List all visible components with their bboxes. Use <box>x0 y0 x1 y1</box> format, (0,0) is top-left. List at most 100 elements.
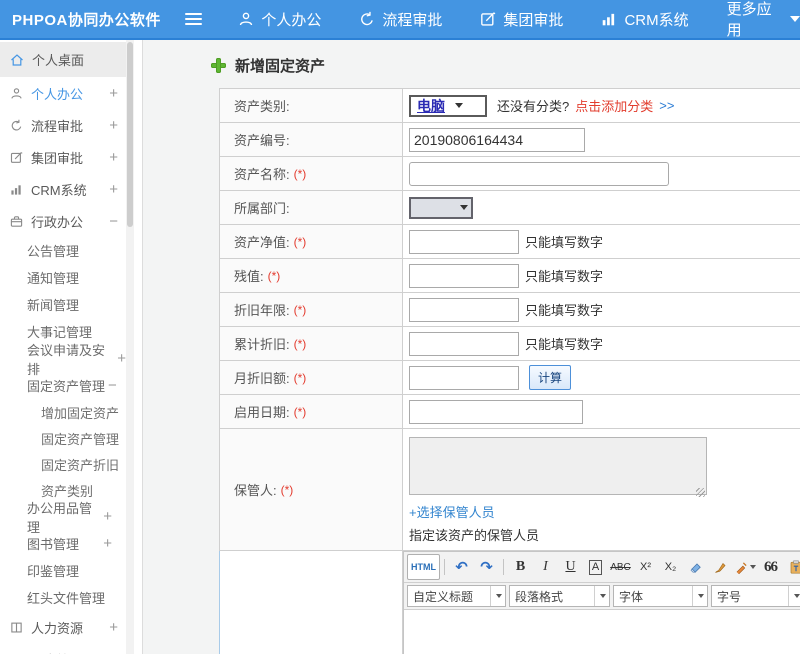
sidebar-item[interactable]: 办公用品管理+ <box>0 503 126 530</box>
sidebar-item[interactable]: 通知管理 <box>0 264 126 291</box>
sidebar-item-label: 固定资产管理 <box>27 376 105 395</box>
depreciation-years-input[interactable] <box>409 298 519 322</box>
monthly-depreciation-input[interactable] <box>409 366 519 390</box>
asset-name-input[interactable] <box>409 162 669 186</box>
expander-icon[interactable]: − <box>109 214 118 229</box>
font-size-select[interactable]: 字号 <box>711 585 800 607</box>
start-date-input[interactable] <box>409 400 583 424</box>
paragraph-format-select[interactable]: 段落格式 <box>509 585 610 607</box>
sidebar-item[interactable]: 公告管理 <box>0 237 126 264</box>
strikethrough-button[interactable]: ABC <box>608 557 633 577</box>
html-source-button[interactable]: HTML <box>407 554 440 580</box>
app-logo[interactable]: PHPOA协同办公软件 <box>0 9 179 30</box>
sidebar-item[interactable]: 红头文件管理 <box>0 584 126 611</box>
sidebar-item-label: 个人桌面 <box>32 50 84 69</box>
add-category-link[interactable]: 点击添加分类 <box>575 96 653 115</box>
sidebar-item[interactable]: CRM系统+ <box>0 173 126 205</box>
asset-form: 资产类别: 电脑 还没有分类? 点击添加分类 >> 资产编号: <box>219 88 800 654</box>
sidebar-item[interactable]: 固定资产折旧 <box>0 451 126 477</box>
required-mark: (*) <box>294 405 307 419</box>
form-row-monthly-depreciation: 月折旧额: (*) 计算 <box>220 361 800 395</box>
editor-content[interactable] <box>404 610 800 654</box>
keeper-textarea[interactable] <box>409 437 707 495</box>
sidebar-item[interactable]: 行政办公− <box>0 205 126 237</box>
undo-button[interactable]: ↶ <box>449 557 474 577</box>
chart-icon <box>10 183 23 196</box>
field-value: 电脑 还没有分类? 点击添加分类 >> <box>403 89 800 122</box>
sidebar-item[interactable]: 人力资源+ <box>0 611 126 643</box>
expander-icon[interactable]: + <box>109 150 118 165</box>
scrollbar-thumb[interactable] <box>127 42 133 227</box>
required-mark: (*) <box>294 167 307 181</box>
net-value-input[interactable] <box>409 230 519 254</box>
form-row-asset-name: 资产名称: (*) <box>220 157 800 191</box>
sidebar-scrollbar[interactable] <box>126 40 134 654</box>
numeric-hint: 只能填写数字 <box>525 300 603 319</box>
asset-no-input[interactable] <box>409 128 585 152</box>
sidebar-item[interactable]: 个人桌面 <box>0 42 126 77</box>
expander-icon[interactable]: − <box>108 378 117 393</box>
topbar: PHPOA协同办公软件 个人办公 流程审批 集团审批 CRM系统 更多应用 <box>0 0 800 40</box>
expander-icon[interactable]: + <box>109 86 118 101</box>
nav-more-apps[interactable]: 更多应用 <box>727 0 800 40</box>
sidebar-item[interactable]: 新闻管理 <box>0 291 126 318</box>
subscript-button[interactable]: X₂ <box>658 557 683 577</box>
sidebar: 个人桌面个人办公+流程审批+集团审批+CRM系统+行政办公−公告管理通知管理新闻… <box>0 40 126 654</box>
nav-workflow-approval[interactable]: 流程审批 <box>359 9 442 30</box>
sidebar-item[interactable]: 会议申请及安排+ <box>0 345 126 372</box>
font-family-select[interactable]: 字体 <box>613 585 708 607</box>
redo-button[interactable]: ↷ <box>474 557 499 577</box>
nav-personal-office[interactable]: 个人办公 <box>238 9 321 30</box>
expander-icon[interactable]: + <box>103 536 112 551</box>
field-value: 只能填写数字 <box>403 225 800 258</box>
sidebar-item-label: 流程审批 <box>31 116 83 135</box>
add-plus-icon <box>211 58 226 73</box>
expander-icon[interactable]: + <box>103 509 112 524</box>
numeric-hint: 只能填写数字 <box>525 266 603 285</box>
sidebar-item[interactable]: 集团审批+ <box>0 141 126 173</box>
nav-crm-system[interactable]: CRM系统 <box>601 9 688 30</box>
sidebar-item[interactable]: 固定资产管理− <box>0 372 126 399</box>
form-row-start-date: 启用日期: (*) <box>220 395 800 429</box>
expander-icon[interactable]: + <box>117 351 126 366</box>
label-text: 月折旧额: <box>234 368 290 387</box>
select-arrow-icon <box>490 586 505 606</box>
select-arrow-icon <box>451 103 466 108</box>
underline-button[interactable]: U <box>558 557 583 577</box>
blockquote-button[interactable]: 66 <box>758 557 783 577</box>
chevron-down-icon <box>750 565 756 569</box>
category-select[interactable]: 电脑 <box>409 95 487 117</box>
font-style-button[interactable]: A <box>583 557 608 577</box>
sidebar-item[interactable]: 公文管理+ <box>0 643 126 654</box>
format-painter-button[interactable] <box>733 557 758 577</box>
field-label: 启用日期: (*) <box>220 395 403 428</box>
select-label: 自定义标题 <box>413 588 473 605</box>
department-select[interactable] <box>409 197 473 219</box>
label-text: 折旧年限: <box>234 300 290 319</box>
hamburger-menu-icon[interactable] <box>185 13 202 25</box>
select-keeper-link[interactable]: +选择保管人员 <box>409 502 495 521</box>
eraser-button[interactable] <box>683 557 708 577</box>
custom-heading-select[interactable]: 自定义标题 <box>407 585 506 607</box>
bold-button[interactable]: B <box>508 557 533 577</box>
sidebar-item[interactable]: 流程审批 + <box>0 109 126 141</box>
add-category-arrows[interactable]: >> <box>659 98 674 113</box>
expander-icon[interactable]: + <box>109 620 118 635</box>
sidebar-item[interactable]: 增加固定资产 <box>0 399 126 425</box>
calculate-button[interactable]: 计算 <box>529 365 571 390</box>
sidebar-item[interactable]: 个人办公+ <box>0 77 126 109</box>
sidebar-item-label: 新闻管理 <box>27 295 79 314</box>
sidebar-item[interactable]: 印鉴管理 <box>0 557 126 584</box>
nav-group-approval[interactable]: 集团审批 <box>480 9 563 30</box>
italic-button[interactable]: I <box>533 557 558 577</box>
sidebar-item[interactable]: 图书管理+ <box>0 530 126 557</box>
expander-icon[interactable]: + <box>109 118 118 133</box>
paste-as-text-button[interactable] <box>783 557 800 577</box>
superscript-button[interactable]: X² <box>633 557 658 577</box>
sidebar-item[interactable]: 固定资产管理 <box>0 425 126 451</box>
clean-format-brush-button[interactable] <box>708 557 733 577</box>
field-label: 保管人: (*) <box>220 429 403 550</box>
expander-icon[interactable]: + <box>109 182 118 197</box>
salvage-value-input[interactable] <box>409 264 519 288</box>
accumulated-depreciation-input[interactable] <box>409 332 519 356</box>
